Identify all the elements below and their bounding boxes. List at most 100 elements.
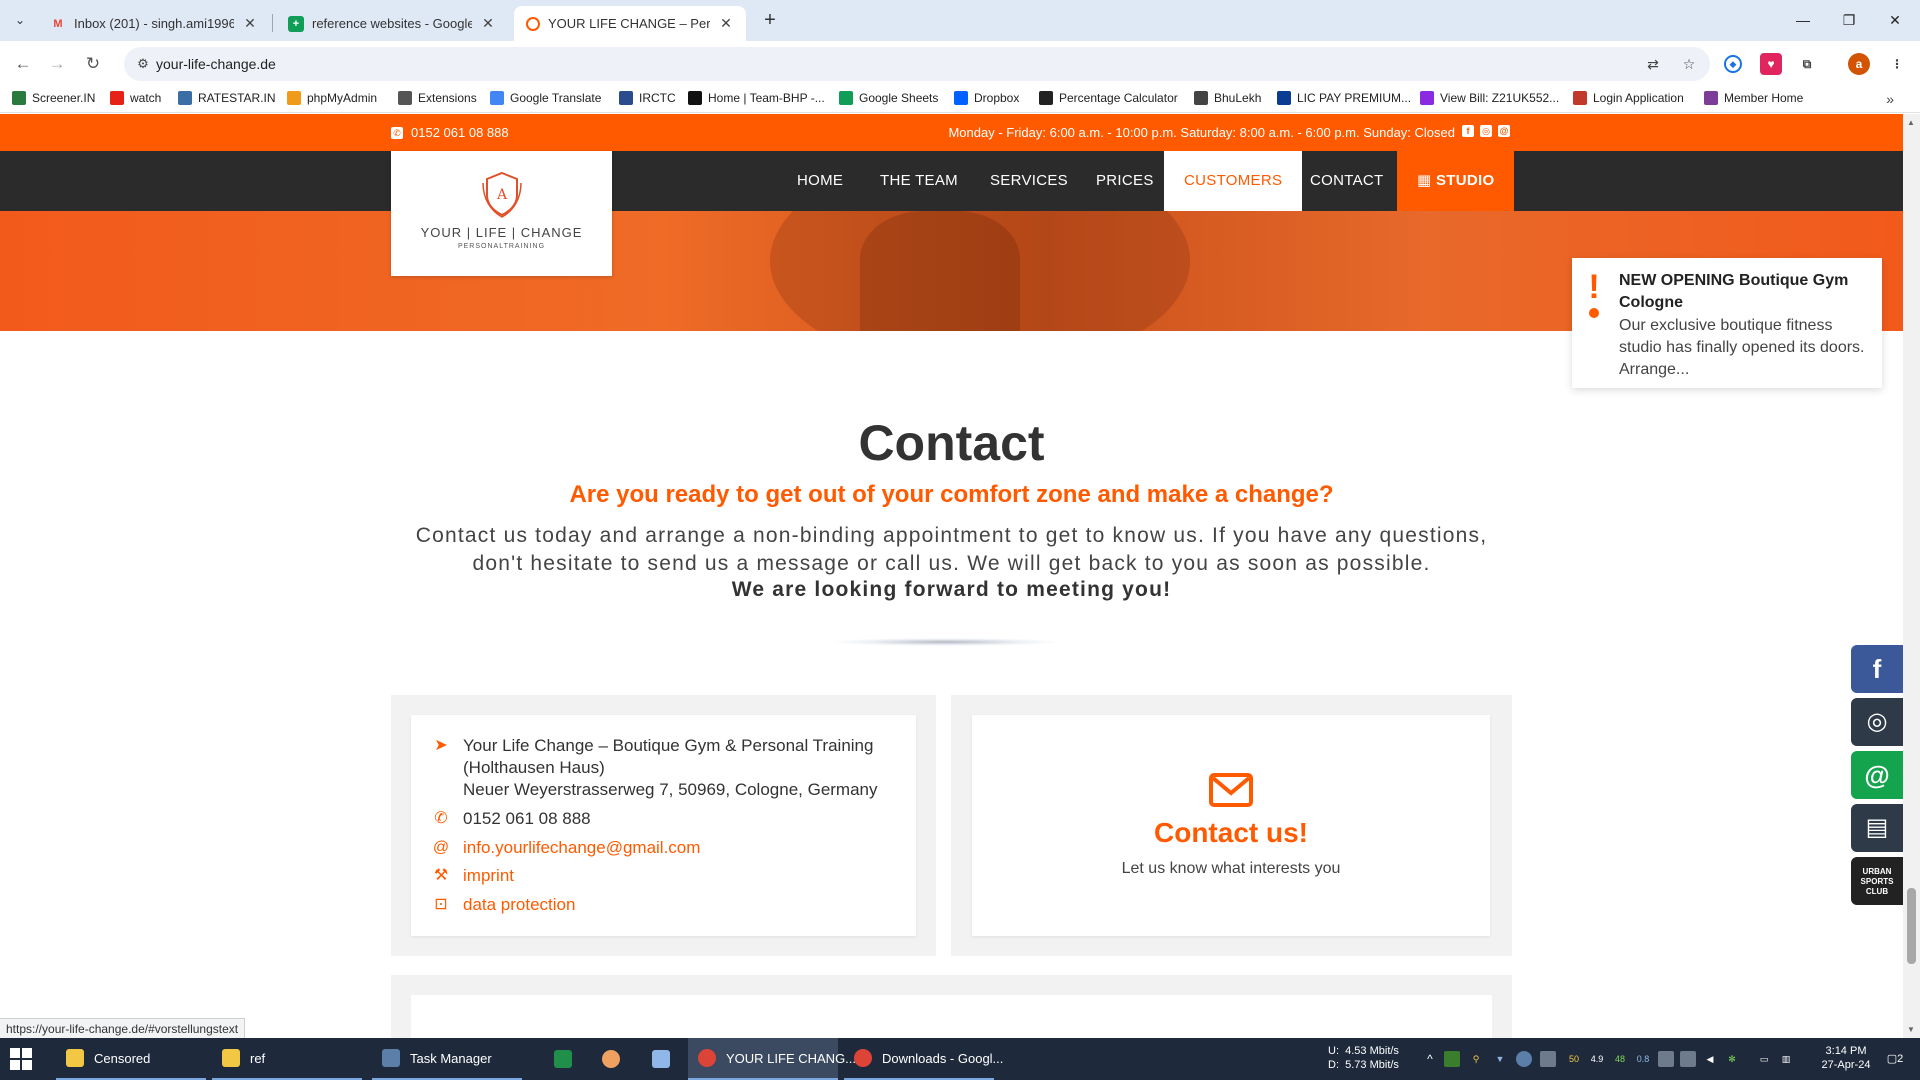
opening-notice[interactable]: ! NEW OPENING Boutique Gym Cologne Our e… — [1572, 258, 1882, 388]
tab-sheets[interactable]: + reference websites - Google Sh ✕ — [276, 6, 508, 41]
tray-app-icon[interactable] — [1444, 1051, 1460, 1067]
side-facebook-icon[interactable]: f — [1851, 645, 1903, 693]
extensions-puzzle-icon[interactable]: ⧉ — [1796, 53, 1818, 75]
extension-icon[interactable]: ◆ — [1724, 55, 1742, 73]
nav-contact[interactable]: CONTACT — [1290, 151, 1403, 211]
bookmark-item[interactable]: Screener.IN — [12, 91, 95, 105]
side-news-icon[interactable]: ▤ — [1851, 804, 1903, 852]
battery-icon[interactable]: ▭ — [1756, 1051, 1772, 1067]
tray-monitor-icon[interactable] — [1540, 1051, 1556, 1067]
instagram-icon[interactable]: ◎ — [1480, 125, 1492, 137]
taskbar-item-chrome-site[interactable]: YOUR LIFE CHANG... — [688, 1038, 856, 1080]
page-scrollbar[interactable]: ▲ ▼ — [1903, 114, 1920, 1038]
tray-globe-icon[interactable] — [1516, 1051, 1532, 1067]
more-bookmarks-icon[interactable]: » — [1886, 91, 1894, 107]
email-link[interactable]: info.yourlifechange@gmail.com — [463, 837, 700, 859]
bookmark-item[interactable]: Google Translate — [490, 91, 601, 105]
studio-icon: ▦ — [1417, 172, 1436, 189]
nav-services[interactable]: SERVICES — [970, 151, 1088, 211]
tab-gmail[interactable]: M Inbox (201) - singh.ami1996@g ✕ — [38, 6, 270, 41]
scroll-down-icon[interactable]: ▼ — [1907, 1025, 1915, 1034]
site-logo[interactable]: A YOUR | LIFE | CHANGE PERSONALTRAINING — [391, 151, 612, 276]
taskbar-item-task-manager[interactable]: Task Manager — [372, 1038, 522, 1080]
network-icon[interactable]: ▥ — [1778, 1051, 1794, 1067]
contact-heading: Contact — [858, 415, 1045, 471]
bookmark-item[interactable]: IRCTC — [619, 91, 676, 105]
bookmark-favicon-icon — [398, 91, 412, 105]
nav-the-team[interactable]: THE TEAM — [860, 151, 978, 211]
tab-your-life-change[interactable]: YOUR LIFE CHANGE – Personal ✕ — [514, 6, 746, 41]
reload-icon[interactable]: ↻ — [82, 53, 104, 75]
taskbar-item-chrome-downloads[interactable]: Downloads - Googl... — [844, 1038, 1003, 1080]
tray-icon-c[interactable]: ✻ — [1724, 1051, 1740, 1067]
bookmark-item[interactable]: phpMyAdmin — [287, 91, 377, 105]
extension-shield-icon[interactable]: ♥ — [1760, 53, 1782, 75]
side-instagram-icon[interactable]: ◎ — [1851, 698, 1903, 746]
bookmark-item[interactable]: Home | Team-BHP -... — [688, 91, 825, 105]
bookmark-label: watch — [130, 91, 162, 105]
taskbar-app-round[interactable] — [592, 1038, 620, 1080]
bookmark-item[interactable]: watch — [110, 91, 161, 105]
bookmark-item[interactable]: Percentage Calculator — [1039, 91, 1178, 105]
data-protection-link[interactable]: data protection — [463, 894, 575, 916]
site-info-icon[interactable]: ⚙ — [134, 55, 152, 73]
taskbar-sheets-app[interactable] — [544, 1038, 572, 1080]
contact-card[interactable]: Contact us! Let us know what interests y… — [972, 715, 1490, 936]
notification-center-icon[interactable]: ▢2 — [1884, 1051, 1906, 1067]
logo-brand: YOUR | LIFE | CHANGE — [420, 225, 583, 240]
minimize-icon[interactable]: — — [1780, 6, 1826, 34]
nav-prices[interactable]: PRICES — [1076, 151, 1174, 211]
url-text[interactable]: your-life-change.de — [156, 56, 276, 72]
scrollbar-thumb[interactable] — [1907, 888, 1916, 964]
windows-start-icon[interactable] — [10, 1048, 32, 1070]
close-tab-icon[interactable]: ✕ — [242, 15, 258, 32]
bookmark-item[interactable]: Dropbox — [954, 91, 1019, 105]
bookmark-item[interactable]: Google Sheets — [839, 91, 938, 105]
location-arrow-icon: ➤ — [434, 737, 448, 754]
taskbar-item-ref[interactable]: ref — [212, 1038, 362, 1080]
bookmark-item[interactable]: RATESTAR.IN — [178, 91, 276, 105]
address-bar[interactable]: ⚙ your-life-change.de ⇄ ☆ — [124, 47, 1710, 81]
bookmark-item[interactable]: BhuLekh — [1194, 91, 1261, 105]
bookmark-star-icon[interactable]: ☆ — [1680, 55, 1698, 73]
taskbar-item-censored[interactable]: Censored — [56, 1038, 206, 1080]
tray-search-icon[interactable]: ⚲ — [1468, 1051, 1484, 1067]
new-tab-icon[interactable]: + — [758, 8, 782, 32]
tray-icon-a[interactable] — [1658, 1051, 1674, 1067]
facebook-icon[interactable]: f — [1462, 125, 1474, 137]
close-tab-icon[interactable]: ✕ — [480, 15, 496, 32]
folder-icon — [222, 1049, 240, 1067]
profile-avatar[interactable]: a — [1848, 53, 1870, 75]
topbar-phone[interactable]: ✆ 0152 061 08 888 — [391, 125, 509, 140]
volume-icon[interactable]: ◀ — [1702, 1051, 1718, 1067]
imprint-link[interactable]: imprint — [463, 865, 514, 887]
translate-icon[interactable]: ⇄ — [1644, 55, 1662, 73]
email-icon[interactable]: @ — [1498, 125, 1510, 137]
tray-icon-b[interactable] — [1680, 1051, 1696, 1067]
taskbar-notepad[interactable] — [642, 1038, 670, 1080]
restore-icon[interactable]: ❐ — [1826, 6, 1872, 34]
bookmark-item[interactable]: Member Home — [1704, 91, 1803, 105]
nav-studio[interactable]: ▦ STUDIO — [1397, 151, 1515, 211]
bookmark-item[interactable]: View Bill: Z21UK552... — [1420, 91, 1559, 105]
nav-customers[interactable]: CUSTOMERS — [1164, 151, 1303, 211]
side-urban-sports-club-icon[interactable]: URBAN SPORTS CLUB — [1851, 857, 1903, 905]
tab-search-icon[interactable]: ⌄ — [10, 10, 30, 30]
menu-kebab-icon[interactable]: ⋮ — [1886, 53, 1908, 75]
side-email-icon[interactable]: @ — [1851, 751, 1903, 799]
close-window-icon[interactable]: ✕ — [1872, 6, 1918, 34]
bookmark-item[interactable]: LIC PAY PREMIUM... — [1277, 91, 1411, 105]
address-panel: ➤ Your Life Change – Boutique Gym & Pers… — [391, 695, 936, 956]
bookmark-item[interactable]: Login Application — [1573, 91, 1684, 105]
tray-shield-icon[interactable]: ▼ — [1492, 1051, 1508, 1067]
bookmark-label: View Bill: Z21UK552... — [1440, 91, 1560, 105]
close-tab-icon[interactable]: ✕ — [718, 15, 734, 32]
bookmark-item[interactable]: Extensions — [398, 91, 477, 105]
scroll-up-icon[interactable]: ▲ — [1907, 118, 1915, 127]
nav-home[interactable]: HOME — [777, 151, 863, 211]
logo-subtitle: PERSONALTRAINING — [457, 243, 546, 250]
address-phone[interactable]: 0152 061 08 888 — [463, 808, 591, 830]
forward-icon[interactable]: → — [46, 53, 68, 75]
back-icon[interactable]: ← — [12, 53, 34, 75]
show-hidden-icons[interactable]: ^ — [1422, 1051, 1438, 1067]
